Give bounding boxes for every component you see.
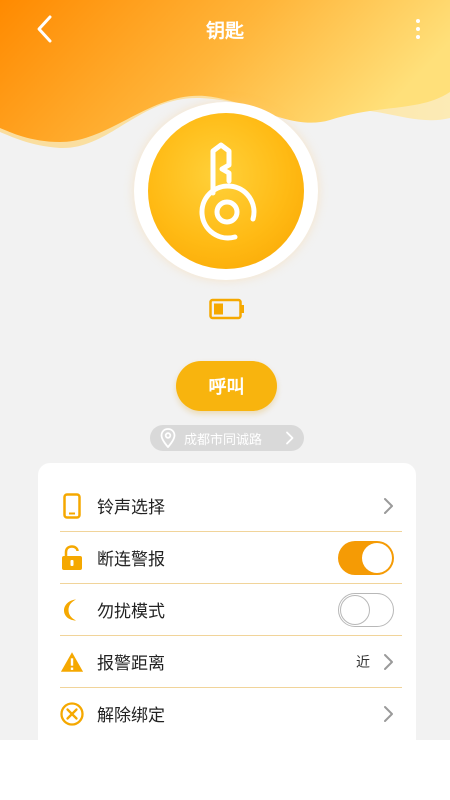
location-text: 成都市同诚路: [184, 432, 263, 448]
settings-row-unbind[interactable]: 解除绑定: [38, 688, 416, 739]
alarm-distance-value: 近: [356, 654, 370, 671]
warning-icon: [60, 651, 84, 672]
lock-icon: [62, 544, 82, 570]
unbind-icon: [60, 701, 84, 726]
key-icon: [199, 142, 257, 241]
settings-row-ringtone[interactable]: 铃声选择: [38, 480, 416, 531]
settings-row-label: 报警距离: [97, 654, 165, 674]
chevron-right-icon: [384, 705, 393, 722]
chevron-right-icon: [286, 431, 294, 445]
settings-row-alarm-distance[interactable]: 报警距离 近: [38, 636, 416, 687]
battery-low-icon: [209, 298, 244, 320]
more-options-button[interactable]: [408, 12, 428, 46]
phone-icon: [63, 492, 81, 519]
page-title: 钥匙: [205, 20, 244, 42]
settings-row-do-not-disturb: 勿扰模式: [38, 584, 416, 635]
do-not-disturb-toggle[interactable]: [338, 592, 394, 627]
app-screen: 钥匙 呼叫 成都市同诚路 铃声选择 断连警报 勿扰模式 报警距离 近 解除绑定: [0, 0, 450, 740]
settings-row-label: 解除绑定: [97, 706, 165, 726]
device-avatar[interactable]: [134, 102, 318, 280]
settings-row-label: 铃声选择: [97, 498, 165, 518]
top-bar: 钥匙: [0, 0, 450, 60]
settings-card: 铃声选择 断连警报 勿扰模式 报警距离 近 解除绑定: [38, 463, 416, 740]
location-chip[interactable]: 成都市同诚路: [150, 425, 304, 451]
settings-row-label: 断连警报: [97, 550, 165, 570]
settings-row-label: 勿扰模式: [97, 602, 165, 622]
toggle-knob: [362, 542, 392, 573]
moon-icon: [64, 599, 76, 620]
location-pin-icon: [160, 428, 176, 448]
settings-row-disconnect-alarm: 断连警报: [38, 532, 416, 583]
call-button[interactable]: 呼叫: [176, 361, 277, 411]
disconnect-alarm-toggle[interactable]: [338, 540, 394, 575]
chevron-right-icon: [384, 497, 393, 514]
toggle-knob: [340, 594, 370, 625]
chevron-right-icon: [384, 653, 393, 670]
more-vertical-icon: [416, 19, 420, 23]
